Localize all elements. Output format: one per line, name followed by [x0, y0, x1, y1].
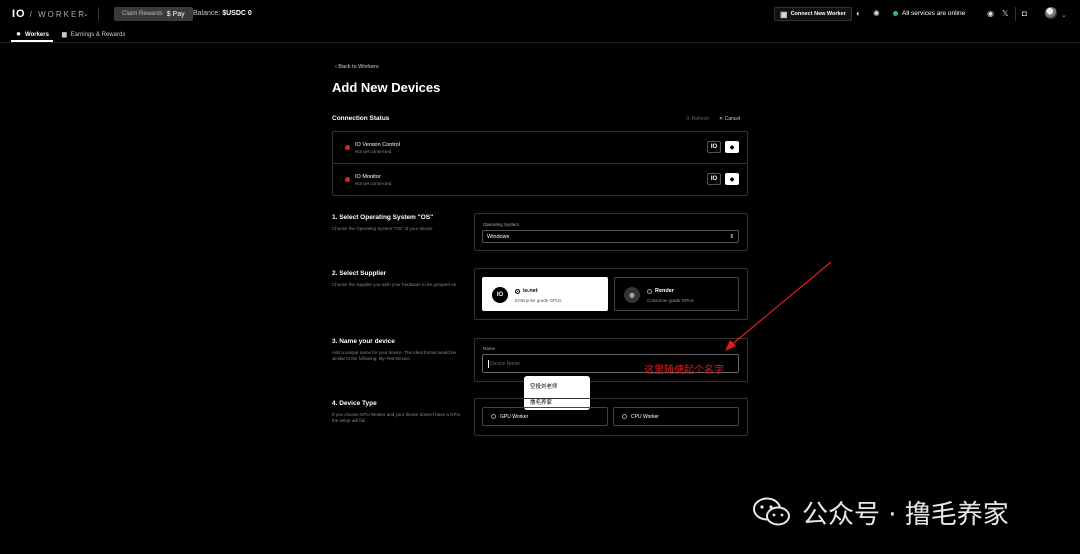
- radio-unselected-icon: [622, 414, 627, 419]
- service-status-text: Not yet connected: [355, 181, 392, 186]
- supplier-section-title: 2. Select Supplier: [332, 270, 387, 277]
- balance-display: Balance: $USDC 0: [193, 10, 252, 17]
- docker-icon: ◆: [725, 173, 739, 185]
- avatar[interactable]: [1045, 7, 1057, 19]
- service-name: IO Monitor: [355, 174, 381, 180]
- tabs-divider: [0, 42, 1080, 43]
- cpu-worker-option[interactable]: CPU Worker: [613, 407, 739, 426]
- os-section-desc: Choose the Operating System "OS" of your…: [332, 226, 433, 231]
- workers-icon: ✹: [16, 32, 22, 38]
- tab-earnings-rewards[interactable]: ▆ Earnings & Rewards: [62, 31, 125, 39]
- device-type-section-title: 4. Device Type: [332, 400, 377, 407]
- render-logo-icon: ◎: [624, 287, 640, 303]
- back-to-workers-link[interactable]: ‹ Back to Workers: [335, 64, 379, 70]
- service-status-text: Not yet connected: [355, 149, 392, 154]
- avatar-chevron-down-icon[interactable]: ⌄: [1061, 11, 1067, 19]
- cancel-button[interactable]: ✕ Cancel: [719, 116, 740, 122]
- io-net-logo-icon: IO: [492, 287, 508, 303]
- annotation-arrow: [725, 261, 832, 351]
- worker-icon: ▣: [780, 9, 788, 19]
- top-bar: IO / WORKER ⌃⌄ Claim Rewards $ Pay Balanc…: [0, 0, 1080, 28]
- supplier-section-desc: Choose the supplier you wish your hardwa…: [332, 282, 457, 287]
- radio-unselected-icon: [647, 288, 652, 294]
- connection-status-box: [332, 131, 748, 196]
- pay-label: $ Pay: [166, 10, 185, 18]
- dark-mode-icon[interactable]: ◐: [856, 9, 861, 18]
- os-field-label: Operating System: [483, 222, 520, 227]
- tab-workers[interactable]: ✹ Workers: [16, 31, 49, 39]
- gpu-worker-option[interactable]: GPU Worker: [482, 407, 608, 426]
- name-section-desc: Add a unique name for your device. The i…: [332, 350, 456, 362]
- io-logo-icon: IO: [707, 141, 721, 153]
- notification-icon[interactable]: ◘: [1022, 9, 1027, 18]
- page-title: Add New Devices: [332, 80, 441, 95]
- refresh-button[interactable]: ⟳ Refresh: [686, 116, 709, 122]
- header-divider-2: [1015, 7, 1016, 21]
- autocomplete-option[interactable]: 空投刘老师: [530, 382, 558, 390]
- connection-divider: [333, 163, 747, 164]
- service-name: IO Version Control: [355, 142, 400, 148]
- claim-rewards-button[interactable]: Claim Rewards $ Pay: [114, 7, 193, 21]
- select-chevrons-icon: ⇕: [729, 233, 734, 240]
- io-logo-icon: IO: [707, 173, 721, 185]
- workspace-switch-icon[interactable]: ⌃⌄: [77, 10, 89, 18]
- device-type-section-desc: If you choose GPU Worker and your device…: [332, 412, 462, 424]
- os-select[interactable]: Windows ⇕: [482, 230, 739, 243]
- gift-icon: ▆: [62, 32, 67, 38]
- radio-selected-icon: [515, 288, 520, 294]
- name-section-title: 3. Name your device: [332, 338, 395, 345]
- supplier-card-io-net[interactable]: IO io.net Enterprise grade GPUs: [482, 277, 608, 311]
- text-caret: [488, 359, 489, 368]
- status-dot-red-icon: [345, 177, 350, 182]
- service-status: All services are online: [893, 10, 965, 17]
- radio-unselected-icon: [491, 414, 496, 419]
- status-dot-icon: [893, 11, 898, 16]
- discord-icon[interactable]: ◉: [987, 9, 994, 18]
- header-divider: [98, 7, 99, 21]
- wechat-logo-icon: [753, 497, 790, 526]
- status-dot-red-icon: [345, 145, 350, 150]
- wechat-watermark: 公众号 · 撸毛养家: [752, 494, 1009, 530]
- name-field-label: Name: [483, 346, 496, 351]
- connect-new-worker-button[interactable]: ▣ Connect New Worker: [774, 7, 852, 21]
- x-icon[interactable]: 𝕏: [1002, 9, 1008, 18]
- light-mode-icon[interactable]: ✺: [873, 9, 880, 18]
- connection-status-title: Connection Status: [332, 115, 390, 122]
- os-section-title: 1. Select Operating System "OS": [332, 214, 434, 221]
- io-worker-logo[interactable]: IO / WORKER: [12, 8, 86, 20]
- docker-icon: ◆: [725, 141, 739, 153]
- annotation-text: 这里随便起个名字: [644, 365, 724, 376]
